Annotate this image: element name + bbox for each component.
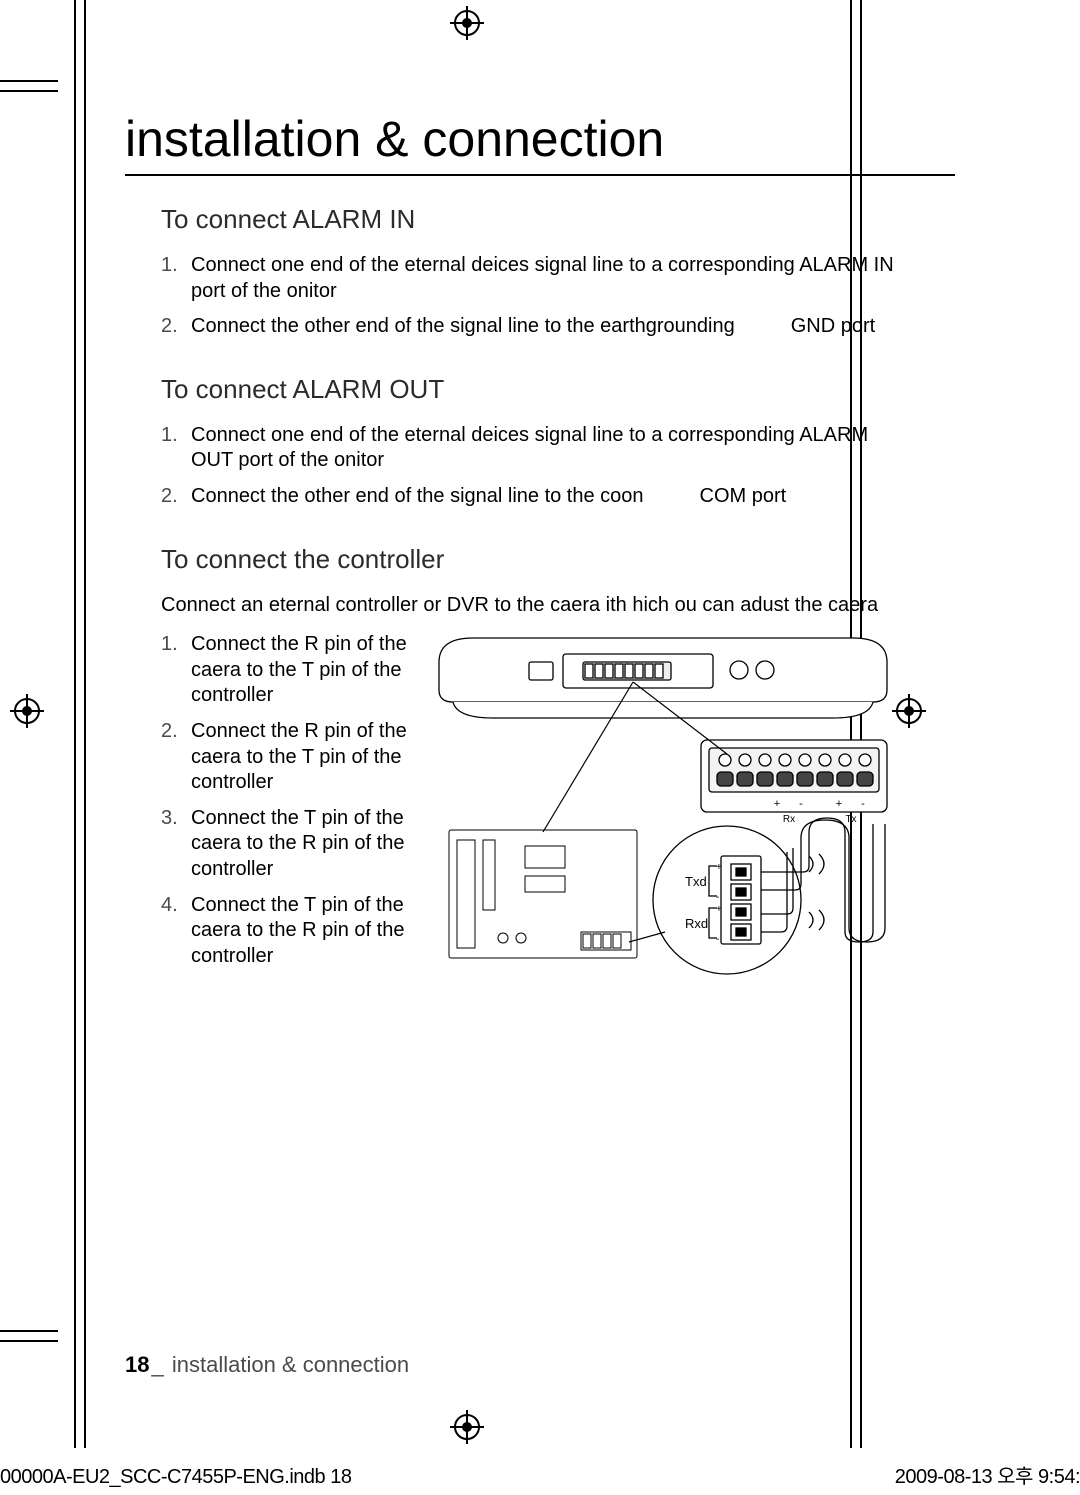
step-text: Connect the other end of the signal line… xyxy=(191,315,735,337)
label-rx: Rx xyxy=(783,814,795,825)
controller-two-column: Connect the R pin of the caera to the T … xyxy=(161,632,895,992)
step: Connect one end of the eternal deices si… xyxy=(161,253,895,304)
subhead-alarm-in: To connect ALARM IN xyxy=(161,204,895,235)
step: Connect the T pin of the caera to the R … xyxy=(161,893,411,970)
trim-line xyxy=(84,0,86,1448)
section-controller: To connect the controller Connect an ete… xyxy=(161,544,895,993)
step-text: Connect the R pin of the caera to the T … xyxy=(191,720,407,793)
registration-mark-icon xyxy=(450,1410,484,1444)
step-text: Connect the R pin of the caera to the T … xyxy=(191,633,407,706)
label-plus: + xyxy=(774,798,780,810)
label-minus: - xyxy=(861,798,865,810)
print-timestamp: 2009-08-13 오후 9:54: xyxy=(895,1460,1080,1489)
crop-mark xyxy=(0,80,58,82)
subhead-controller: To connect the controller xyxy=(161,544,895,575)
registration-mark-icon xyxy=(892,694,926,728)
registration-mark-icon xyxy=(10,694,44,728)
svg-text:-: - xyxy=(716,892,719,903)
step: Connect one end of the eternal deices si… xyxy=(161,423,895,474)
wiring-diagram: + - + - Rx Tx xyxy=(433,632,893,992)
subhead-alarm-out: To connect ALARM OUT xyxy=(161,374,895,405)
step: Connect the R pin of the caera to the T … xyxy=(161,632,411,709)
port-ref-com: COM port xyxy=(700,484,787,510)
footer-sep: _ xyxy=(151,1352,163,1377)
step: Connect the other end of the signal line… xyxy=(161,484,895,510)
step: Connect the R pin of the caera to the T … xyxy=(161,719,411,796)
controller-intro: Connect an eternal controller or DVR to … xyxy=(161,593,895,619)
svg-text:-: - xyxy=(716,934,719,945)
svg-text:+: + xyxy=(716,904,722,915)
page: installation & connection To connect ALA… xyxy=(0,0,1080,1495)
label-plus: + xyxy=(836,798,842,810)
label-rxd: Rxd xyxy=(685,916,708,931)
controller-steps-col: Connect the R pin of the caera to the T … xyxy=(161,632,411,992)
step-text: Connect the other end of the signal line… xyxy=(191,485,644,507)
step: Connect the T pin of the caera to the R … xyxy=(161,806,411,883)
content-area: installation & connection To connect ALA… xyxy=(125,110,895,1026)
trim-line xyxy=(74,0,76,1448)
section-alarm-in: To connect ALARM IN Connect one end of t… xyxy=(161,204,895,340)
page-title: installation & connection xyxy=(125,110,955,176)
page-footer: 18_ installation & connection xyxy=(125,1352,409,1378)
svg-text:+: + xyxy=(716,862,722,873)
registration-mark-icon xyxy=(450,6,484,40)
footer-section: installation & connection xyxy=(172,1352,409,1377)
label-tx: Tx xyxy=(845,814,856,825)
step: Connect the other end of the signal line… xyxy=(161,314,895,340)
controller-diagram-col: + - + - Rx Tx xyxy=(433,632,895,992)
port-ref-gnd: GND port xyxy=(791,314,875,340)
steps-controller: Connect the R pin of the caera to the T … xyxy=(161,632,411,969)
label-minus: - xyxy=(799,798,803,810)
section-alarm-out: To connect ALARM OUT Connect one end of … xyxy=(161,374,895,510)
crop-mark xyxy=(0,90,58,92)
steps-alarm-out: Connect one end of the eternal deices si… xyxy=(161,423,895,510)
print-file-label: 00000A-EU2_SCC-C7455P-ENG.indb 18 xyxy=(0,1466,351,1489)
step-text: Connect one end of the eternal deices si… xyxy=(191,424,868,472)
crop-mark xyxy=(0,1330,58,1332)
step-text: Connect the T pin of the caera to the R … xyxy=(191,894,404,967)
page-number: 18 xyxy=(125,1352,149,1377)
step-text: Connect the T pin of the caera to the R … xyxy=(191,807,404,880)
step-text: Connect one end of the eternal deices si… xyxy=(191,254,894,302)
label-txd: Txd xyxy=(685,874,707,889)
crop-mark xyxy=(0,1340,58,1342)
steps-alarm-in: Connect one end of the eternal deices si… xyxy=(161,253,895,340)
